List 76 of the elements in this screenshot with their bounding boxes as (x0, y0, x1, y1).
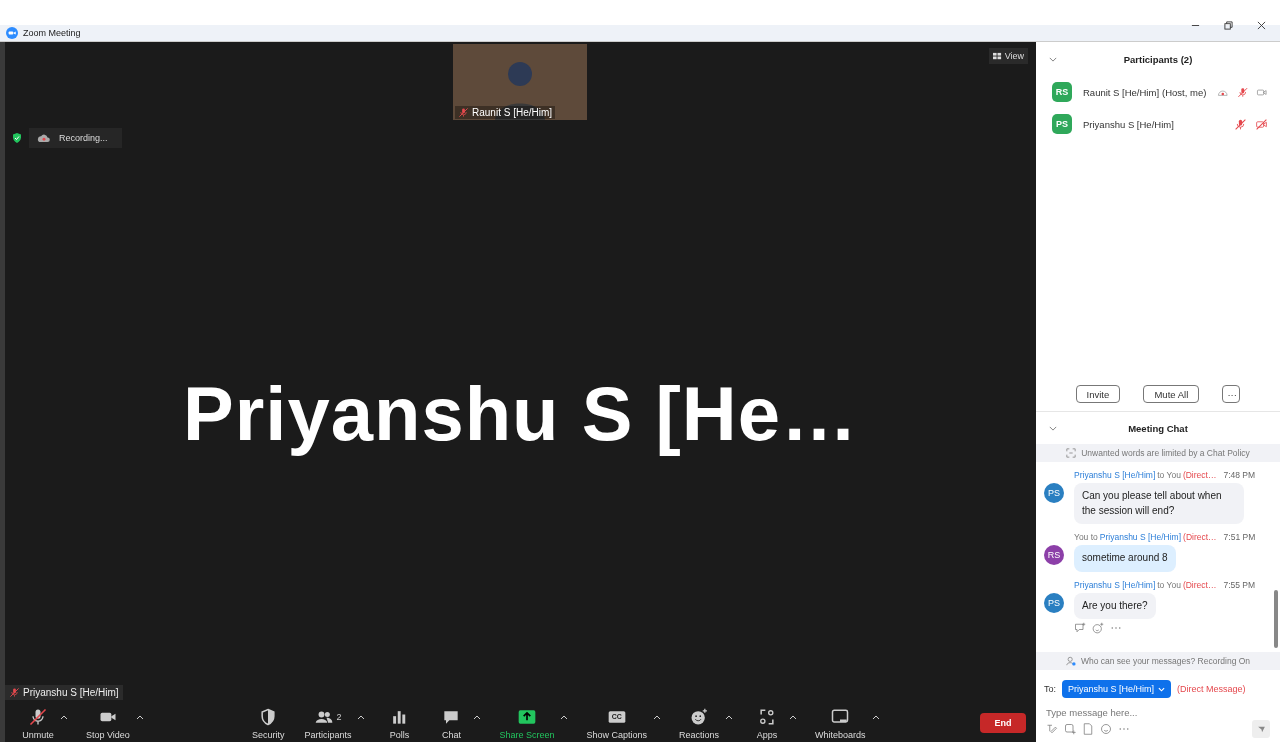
app-logo-icon (6, 27, 18, 39)
caret-up-icon[interactable] (725, 715, 734, 720)
sender-text: to You (1157, 579, 1181, 590)
message-bubble: Are you there? (1074, 592, 1156, 619)
avatar: PS (1052, 114, 1072, 134)
sender-link[interactable]: Priyanshu S [He/Him] (1074, 470, 1156, 480)
direct-tag: (Direct… (1183, 532, 1217, 542)
caret-up-icon[interactable] (560, 715, 569, 720)
caret-up-icon[interactable] (473, 715, 482, 720)
caret-up-icon[interactable] (871, 715, 880, 720)
toolbar-button[interactable]: Apps (749, 707, 786, 740)
more-button[interactable]: ··· (1222, 385, 1241, 403)
caret-up-icon[interactable] (789, 715, 798, 720)
direct-tag: (Direct… (1182, 579, 1217, 590)
sender-link[interactable]: Priyanshu S [He/Him] (1099, 532, 1182, 542)
caret-up-icon[interactable] (653, 715, 661, 720)
toolbar-button[interactable]: Reactions (677, 707, 722, 740)
panel-title: Participants (2) (1123, 53, 1193, 65)
send-icon (1256, 724, 1266, 734)
chevron-down-icon[interactable] (1049, 56, 1057, 62)
avatar: PS (1044, 592, 1064, 613)
toolbar-button[interactable]: Whiteboards (813, 707, 868, 740)
chevron-down-icon[interactable] (1049, 425, 1057, 431)
panel-button[interactable]: Mute All (1143, 385, 1200, 403)
panel-title: Meeting Chat (1128, 422, 1188, 434)
shield-check-icon (11, 132, 23, 144)
smiley-icon (689, 707, 710, 727)
view-button[interactable]: View (988, 48, 1028, 64)
toolbar-button[interactable]: Chat (433, 707, 470, 740)
recipient-dropdown[interactable]: Priyanshu S [He/Him] (1062, 680, 1172, 698)
sender-link[interactable]: Priyanshu S [He/Him] (1074, 579, 1156, 590)
policy-note: Unwanted words are limited by a Chat Policy (1081, 448, 1250, 458)
participant-row[interactable]: RS Raunit S [He/Him] (Host, me) (1052, 82, 1268, 102)
end-button[interactable]: End (980, 713, 1026, 733)
caret-up-icon[interactable] (357, 715, 366, 720)
participant-row[interactable]: PS Priyanshu S [He/Him] (1052, 114, 1268, 134)
toolbar-button[interactable]: Security (249, 707, 287, 740)
avatar: RS (1052, 82, 1072, 102)
emoji-icon[interactable] (1100, 723, 1112, 735)
video-name-label: Priyanshu S [He/Him] (5, 685, 123, 700)
direct-message-label: (Direct Message) (1177, 684, 1246, 694)
panel-button[interactable]: Invite (1075, 385, 1121, 403)
direct-tag: (Direct… (1182, 470, 1217, 480)
caret-down-icon (1158, 686, 1166, 692)
toolbar-button[interactable]: Stop Video (84, 707, 132, 740)
toolbar-button[interactable]: Polls (381, 707, 418, 740)
video-name-label: Raunit S [He/Him] (455, 106, 556, 119)
cloud-record-icon (37, 133, 51, 143)
sender-text: to You (1157, 470, 1181, 480)
scrollbar[interactable] (1274, 590, 1278, 648)
close-icon[interactable] (1257, 20, 1266, 30)
toolbar-button[interactable]: Share Screen (497, 707, 557, 740)
message-bubble: Can you please tell about when the session will end? (1074, 483, 1244, 524)
screenshot-icon[interactable] (1064, 723, 1076, 735)
reply-icon[interactable] (1074, 622, 1086, 634)
message-time: 7:51 PM (1223, 532, 1256, 542)
speaker-name: Priyanshu S [He… (182, 370, 859, 457)
visibility-note: Who can see your messages? Recording On (1080, 656, 1251, 666)
sender-text: You to (1074, 532, 1098, 542)
avatar: PS (1044, 483, 1064, 503)
scan-icon (1066, 448, 1077, 458)
message-time: 7:48 PM (1223, 470, 1256, 480)
person-dot-icon (1065, 656, 1076, 666)
caret-up-icon[interactable] (135, 715, 144, 720)
toolbar-button[interactable]: 2 Participants (302, 707, 354, 740)
grid-icon (992, 51, 1002, 61)
window-title: Zoom Meeting (23, 28, 81, 38)
toolbar-button[interactable]: Unmute (20, 707, 56, 740)
restore-icon[interactable] (1224, 20, 1233, 30)
caret-up-icon[interactable] (60, 715, 68, 720)
recording-indicator: Recording... (29, 128, 122, 148)
send-button[interactable] (1252, 720, 1270, 738)
to-label: To: (1044, 684, 1056, 694)
message-bubble: sometime around 8 (1074, 545, 1176, 572)
avatar: RS (1044, 545, 1064, 565)
message-time: 7:55 PM (1223, 579, 1256, 590)
